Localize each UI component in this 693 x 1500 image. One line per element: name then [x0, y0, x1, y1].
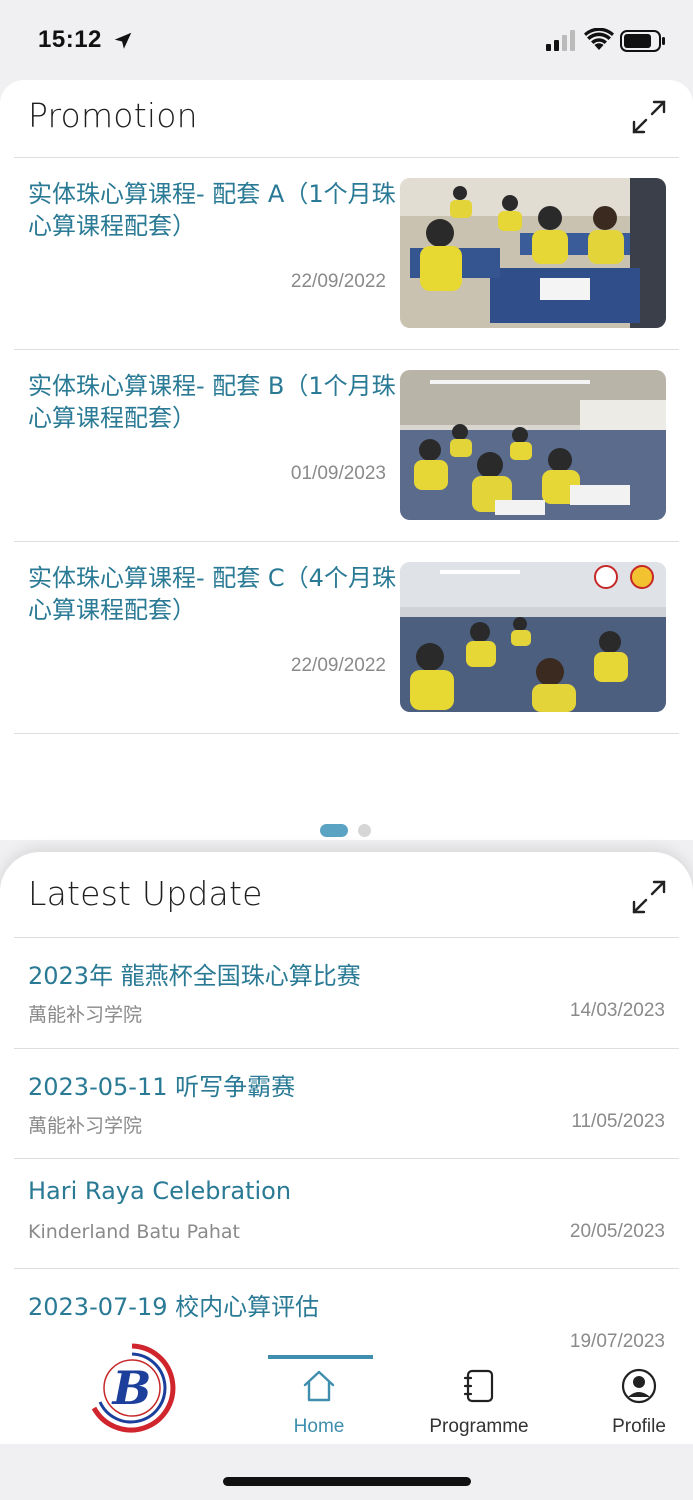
update-item-source: 萬能补习学院	[28, 1004, 143, 1026]
update-item[interactable]: Hari Raya Celebration Kinderland Batu Pa…	[0, 1159, 693, 1269]
location-arrow-icon	[114, 32, 132, 49]
update-item-title: 2023-05-11 听写争霸赛	[28, 1073, 296, 1101]
latest-update-title: Latest Update	[28, 874, 263, 913]
promotion-item-title: 实体珠心算课程- 配套 B（1个月珠心算课程配套）	[28, 372, 396, 432]
latest-update-card: Latest Update 2023年 龍燕杯全国珠心算比赛 萬能补习学院 14…	[0, 852, 693, 1372]
expand-icon[interactable]	[630, 98, 668, 136]
svg-text:B: B	[111, 1361, 152, 1415]
battery-icon	[620, 30, 665, 52]
tab-programme-label: Programme	[429, 1416, 529, 1437]
active-tab-indicator	[268, 1355, 373, 1359]
update-item-date: 14/03/2023	[569, 1000, 665, 1021]
classroom-photo	[400, 178, 666, 328]
classroom-photo	[400, 370, 666, 520]
tab-profile-label: Profile	[612, 1416, 666, 1437]
classroom-photo	[400, 562, 666, 712]
update-item[interactable]: 2023-05-11 听写争霸赛 萬能补习学院 11/05/2023	[0, 1049, 693, 1159]
school-logo[interactable]: B	[82, 1338, 182, 1438]
home-icon	[303, 1370, 335, 1402]
update-item-date: 11/05/2023	[571, 1111, 665, 1132]
pagination-dot-active[interactable]	[320, 824, 348, 837]
tab-home-label: Home	[293, 1416, 345, 1437]
tab-home[interactable]: Home	[254, 1356, 384, 1442]
signal-icon	[546, 30, 575, 51]
pagination-dot[interactable]	[358, 824, 371, 837]
update-item-title: 2023年 龍燕杯全国珠心算比赛	[28, 962, 361, 990]
promotion-item-title: 实体珠心算课程- 配套 C（4个月珠心算课程配套）	[28, 564, 396, 624]
update-item-title: 2023-07-19 校内心算评估	[28, 1293, 320, 1321]
user-circle-icon	[621, 1368, 657, 1404]
promotion-title: Promotion	[28, 96, 198, 135]
update-item[interactable]: 2023年 龍燕杯全国珠心算比赛 萬能补习学院 14/03/2023	[0, 938, 693, 1048]
promotion-item-title: 实体珠心算课程- 配套 A（1个月珠心算课程配套）	[28, 180, 396, 240]
update-item-source: Kinderland Batu Pahat	[28, 1221, 240, 1243]
bottom-nav: B Home Programme Profile	[0, 1322, 693, 1444]
home-indicator[interactable]	[223, 1477, 471, 1486]
expand-icon[interactable]	[630, 878, 668, 916]
promotion-item[interactable]: 实体珠心算课程- 配套 B（1个月珠心算课程配套） 01/09/2023	[0, 350, 693, 542]
promotion-card: Promotion 实体珠心算课程- 配套 A（1个月珠心算课程配套） 22/0…	[0, 80, 693, 840]
wifi-icon	[584, 28, 614, 50]
divider	[14, 733, 679, 734]
promotion-item[interactable]: 实体珠心算课程- 配套 A（1个月珠心算课程配套） 22/09/2022	[0, 158, 693, 350]
status-bar: 15:12	[0, 0, 693, 80]
promotion-item-date: 22/09/2022	[290, 655, 386, 676]
tab-profile[interactable]: Profile	[574, 1356, 693, 1442]
notebook-icon	[463, 1369, 494, 1403]
update-item-date: 20/05/2023	[569, 1221, 665, 1242]
update-item-source: 萬能补习学院	[28, 1115, 143, 1137]
status-time: 15:12	[38, 26, 102, 53]
promotion-item[interactable]: 实体珠心算课程- 配套 C（4个月珠心算课程配套） 22/09/2022	[0, 542, 693, 734]
tab-programme[interactable]: Programme	[414, 1356, 544, 1442]
promotion-item-date: 01/09/2023	[290, 463, 386, 484]
update-item-title: Hari Raya Celebration	[28, 1177, 292, 1205]
promotion-item-date: 22/09/2022	[290, 271, 386, 292]
